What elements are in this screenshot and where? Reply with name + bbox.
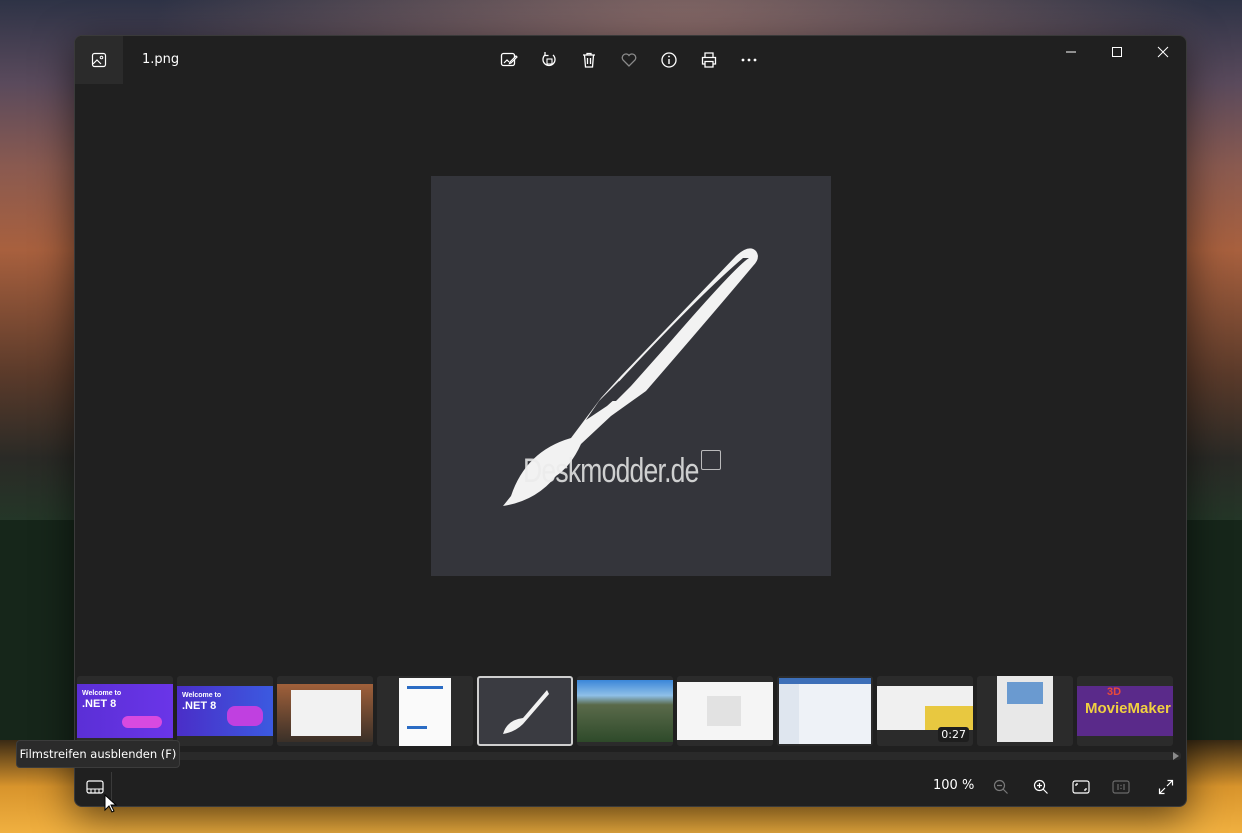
fullscreen-icon[interactable] (1153, 774, 1179, 800)
thumb-title: Welcome to (82, 690, 122, 697)
filmstrip-item[interactable] (277, 676, 373, 746)
zoom-out-icon[interactable] (988, 774, 1014, 800)
top-toolbar (495, 46, 763, 74)
mouse-cursor-icon (104, 794, 118, 813)
thumb-title: 3D (1107, 686, 1122, 698)
filmstrip-item-selected[interactable] (477, 676, 573, 746)
filmstrip-icon (86, 780, 104, 794)
filmstrip-item[interactable] (777, 676, 873, 746)
image-viewer[interactable]: Deskmodder.de (431, 176, 831, 576)
favorite-icon[interactable] (615, 46, 643, 74)
info-icon[interactable] (655, 46, 683, 74)
filmstrip-item[interactable]: Welcome to .NET 8 (77, 676, 173, 746)
actual-size-icon[interactable] (1108, 774, 1134, 800)
filmstrip-tooltip: Filmstreifen ausblenden (F) (16, 740, 180, 768)
title-bar: 1.png (75, 36, 1186, 84)
zoom-in-icon[interactable] (1028, 774, 1054, 800)
filmstrip-item[interactable] (977, 676, 1073, 746)
print-icon[interactable] (695, 46, 723, 74)
video-duration: 0:27 (938, 727, 969, 742)
more-icon[interactable] (735, 46, 763, 74)
file-name: 1.png (142, 52, 180, 67)
window-controls (1048, 36, 1186, 68)
thumb-title: Welcome to (182, 692, 222, 699)
thumb-subtitle: MovieMaker (1085, 700, 1171, 717)
zoom-level: 100 % (933, 778, 975, 793)
filmstrip-item[interactable]: 0:27 (877, 676, 973, 746)
watermark-text: Deskmodder.de (523, 452, 699, 490)
scroll-right-icon[interactable] (1173, 752, 1179, 760)
filmstrip-item[interactable]: Welcome to .NET 8 (177, 676, 273, 746)
filmstrip-item[interactable] (577, 676, 673, 746)
fit-to-window-icon[interactable] (1068, 774, 1094, 800)
photos-app-icon[interactable] (75, 36, 123, 84)
photos-app-window: 1.png Deskmodder.de Welcome to .NET 8 We… (74, 35, 1187, 807)
filmstrip-item[interactable]: 3D MovieMaker (1077, 676, 1173, 746)
watermark-logo-icon (701, 450, 721, 470)
minimize-icon[interactable] (1048, 36, 1094, 68)
thumb-subtitle: .NET 8 (82, 698, 117, 710)
rotate-icon[interactable] (535, 46, 563, 74)
filmstrip-scrollbar[interactable] (175, 752, 1181, 760)
paintbrush-icon (503, 248, 758, 506)
filmstrip: Welcome to .NET 8 Welcome to .NET 8 0:27… (75, 674, 1186, 746)
filmstrip-item[interactable] (677, 676, 773, 746)
wallpaper-forest-left (0, 520, 80, 740)
delete-icon[interactable] (575, 46, 603, 74)
maximize-icon[interactable] (1094, 36, 1140, 68)
wallpaper-forest-right (1185, 520, 1242, 740)
paintbrush-icon (503, 690, 549, 734)
edit-image-icon[interactable] (495, 46, 523, 74)
thumb-subtitle: .NET 8 (182, 700, 217, 712)
bottom-bar: 100 % (75, 766, 1186, 806)
close-icon[interactable] (1140, 36, 1186, 68)
filmstrip-item[interactable] (377, 676, 473, 746)
